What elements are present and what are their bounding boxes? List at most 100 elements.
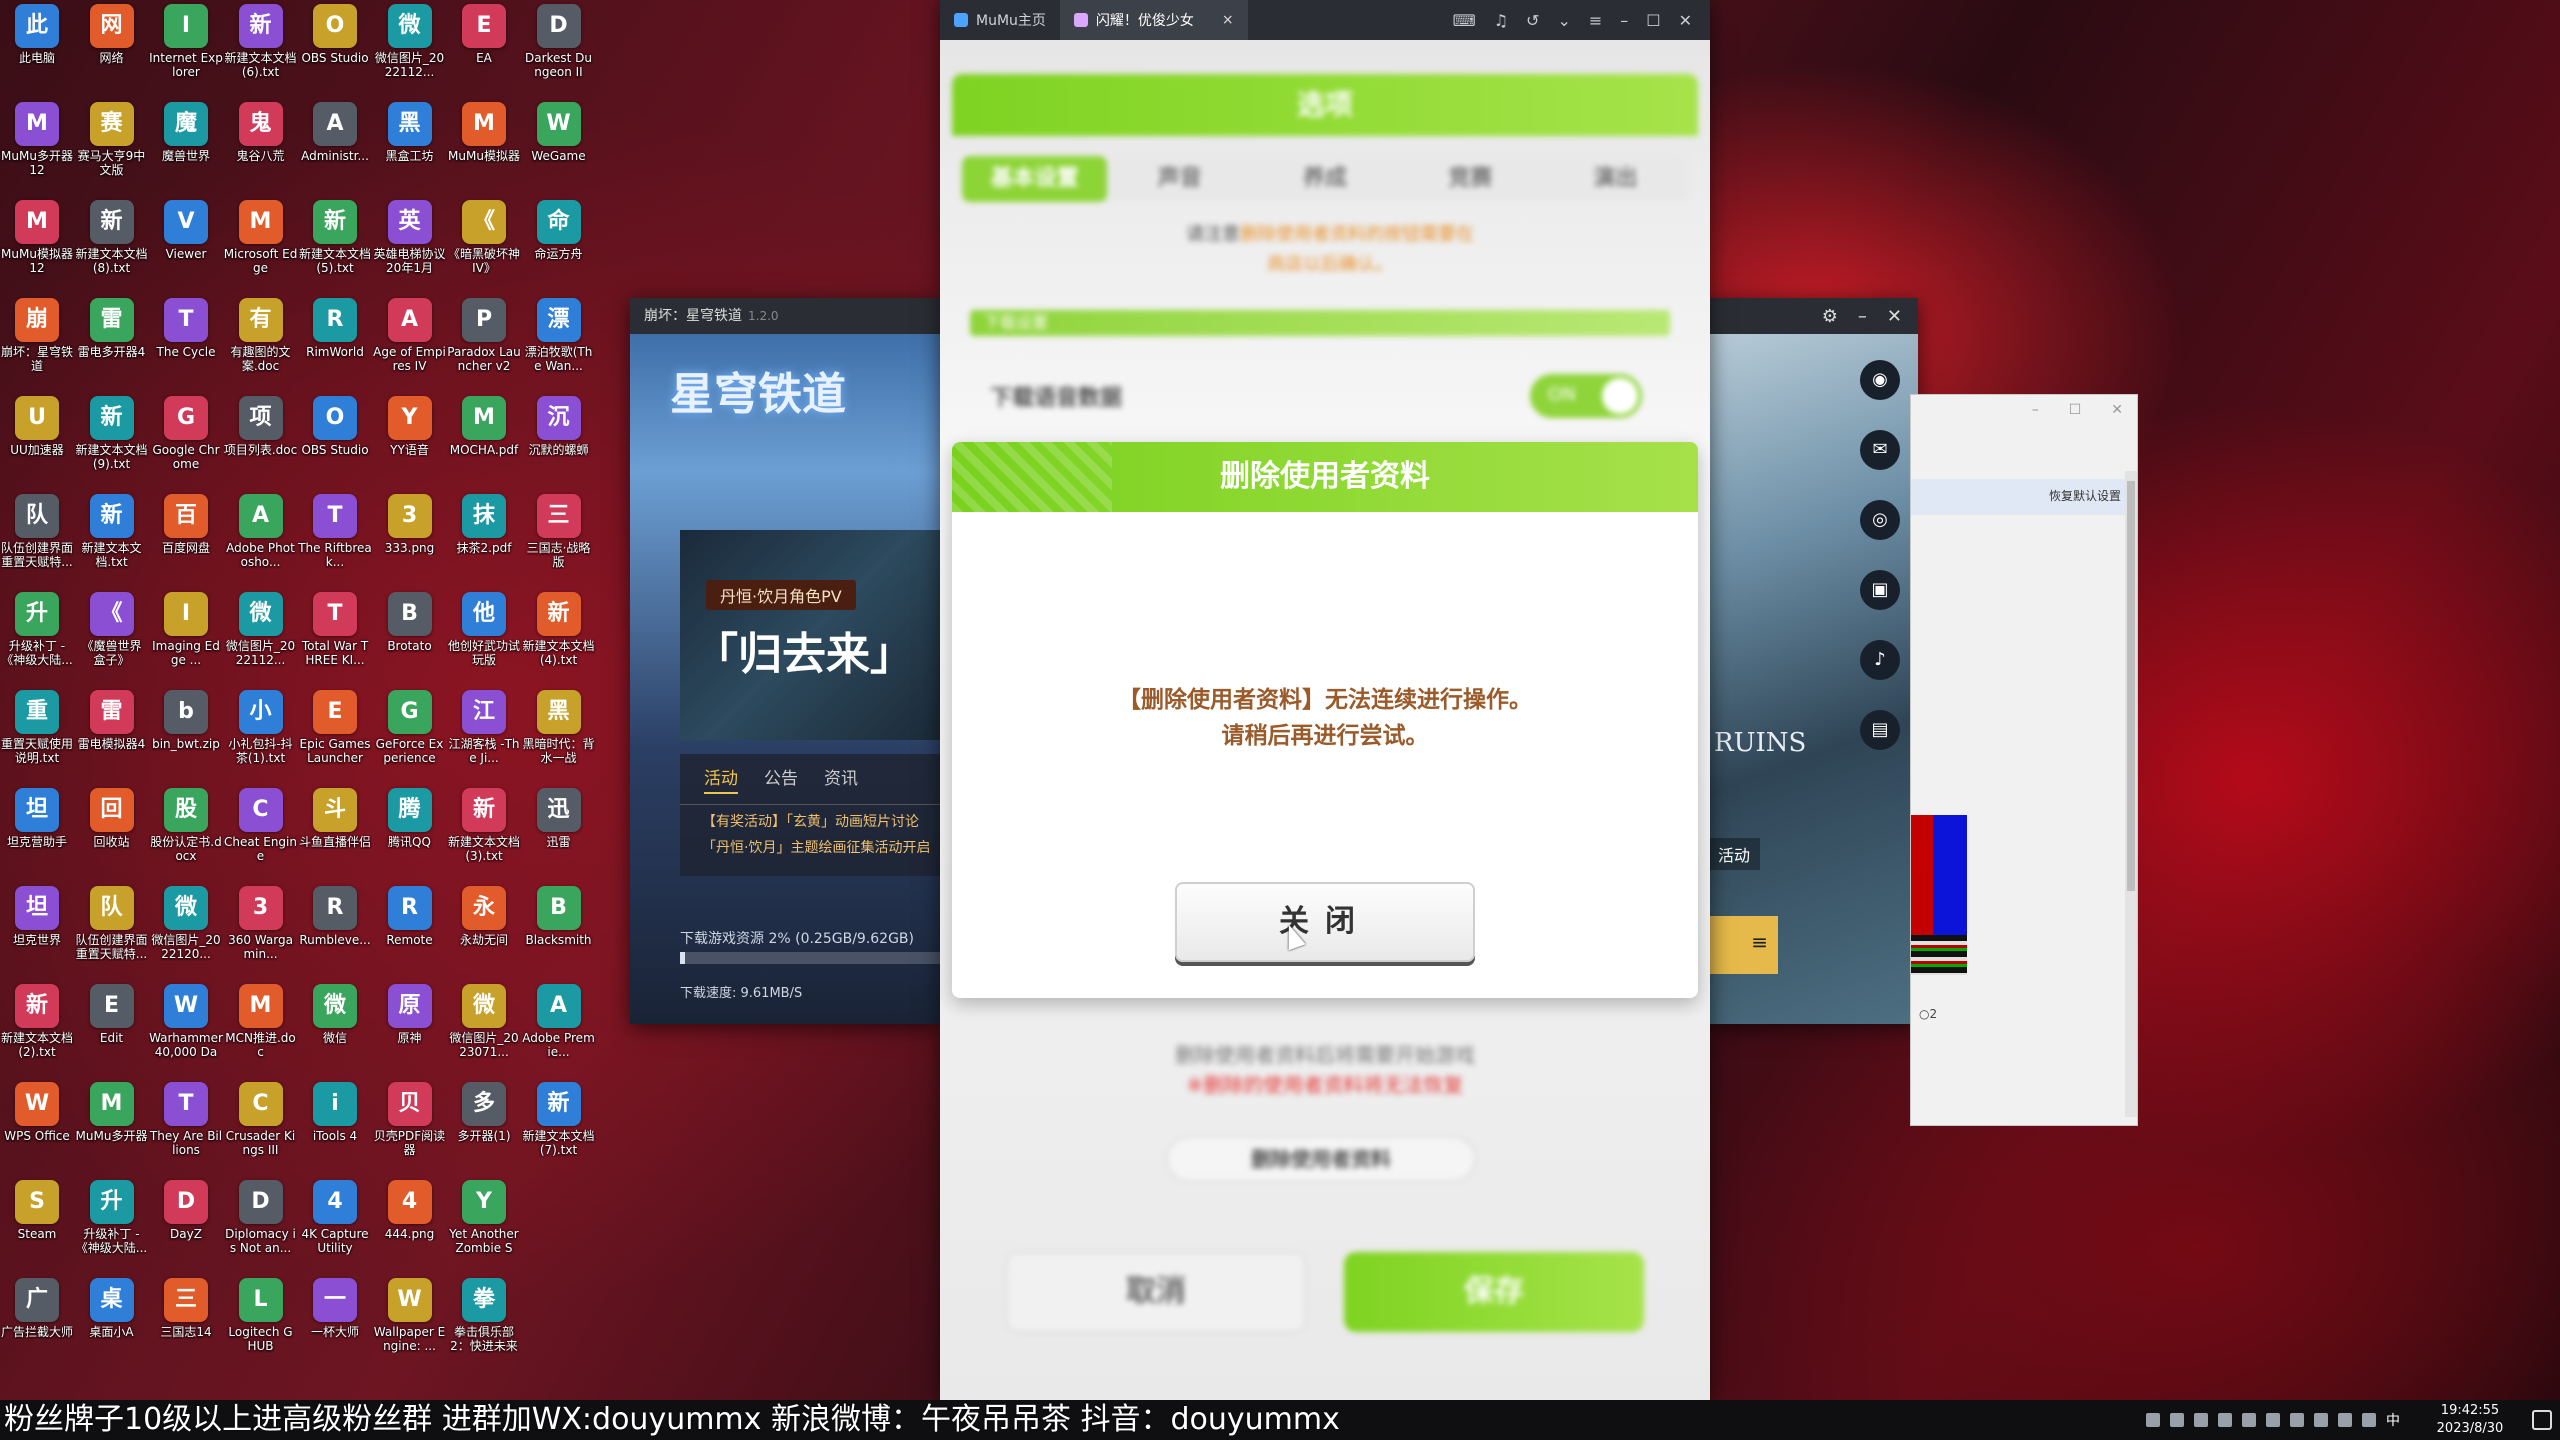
desktop-icon[interactable]: 坦坦克营助手 [0, 788, 74, 849]
desktop-icon[interactable]: T The Cycle [149, 298, 223, 359]
desktop-icon[interactable]: M MuMu多开器12 [0, 102, 74, 177]
desktop-icon[interactable]: 升升级补丁 - 《神级大陆... [0, 592, 74, 667]
desktop-icon[interactable]: R Remote [373, 886, 447, 947]
desktop-icon[interactable]: 回回收站 [75, 788, 149, 849]
desktop-icon[interactable]: 他他创好武功试玩版 [447, 592, 521, 667]
desktop-icon[interactable]: 雷雷电多开器4 [75, 298, 149, 359]
desktop-icon[interactable]: 新新建文本文档 (6).txt [224, 4, 298, 79]
desktop-icon[interactable]: M Microsoft Edge [224, 200, 298, 275]
desktop-icon[interactable]: 广广告拦截大师 [0, 1278, 74, 1339]
desktop-icon[interactable]: D Diplomacy is Not an... [224, 1180, 298, 1255]
desktop-icon[interactable]: B Brotato [373, 592, 447, 653]
desktop-icon[interactable]: 股股份认定书.docx [149, 788, 223, 863]
desktop-icon[interactable]: 抹抹茶2.pdf [447, 494, 521, 555]
desktop-icon[interactable]: 新新建文本文档.txt [75, 494, 149, 569]
desktop-icon[interactable]: I Internet Explorer [149, 4, 223, 79]
notification-icon[interactable]: ♪ [1860, 640, 1900, 680]
taskbar-clock[interactable]: 19:42:55 2023/8/30 [2420, 1402, 2520, 1438]
scrollbar[interactable] [2125, 471, 2137, 1117]
desktop-icon[interactable]: M MCN推进.doc [224, 984, 298, 1059]
desktop-icon[interactable]: 新新建文本文档 (7).txt [522, 1082, 596, 1157]
tray-icon[interactable] [2314, 1413, 2328, 1427]
volume-icon[interactable] [2362, 1413, 2376, 1427]
desktop-icon[interactable]: L Logitech G HUB [224, 1278, 298, 1353]
hoyolab-icon[interactable]: ◉ [1860, 360, 1900, 400]
menu-icon[interactable]: ≡ [1589, 11, 1602, 30]
radio-option[interactable]: ○2 [1919, 1007, 1937, 1021]
minimize-icon[interactable]: – [1620, 11, 1628, 30]
desktop-icon[interactable]: 升升级补丁 - 《神级大陆... [75, 1180, 149, 1255]
restore-defaults-link[interactable]: 恢复默认设置 [2049, 487, 2121, 504]
desktop-icon[interactable]: V Viewer [149, 200, 223, 261]
desktop-icon[interactable]: T The Riftbreak... [298, 494, 372, 569]
desktop-icon[interactable]: 新新建文本文档 (3).txt [447, 788, 521, 863]
desktop-icon[interactable]: U UU加速器 [0, 396, 74, 457]
desktop-icon[interactable]: 新新建文本文档 (2).txt [0, 984, 74, 1059]
desktop-icon[interactable]: 永永劫无间 [447, 886, 521, 947]
desktop-icon[interactable]: M MuMu模拟器12 [0, 200, 74, 275]
desktop-icon[interactable]: 腾腾讯QQ [373, 788, 447, 849]
network-icon[interactable] [2338, 1413, 2352, 1427]
launcher-titlebar[interactable]: 崩坏：星穹铁道 1.2.0 [630, 298, 940, 334]
desktop-icon[interactable]: A Administr... [298, 102, 372, 163]
bilibili-icon[interactable]: ▣ [1860, 570, 1900, 610]
desktop-icon[interactable]: E Edit [75, 984, 149, 1045]
tab-basic[interactable]: 基本设置 [962, 156, 1108, 202]
desktop-icon[interactable]: C Crusader Kings III [224, 1082, 298, 1157]
volume-icon[interactable]: ♫ [1494, 11, 1508, 30]
desktop-icon[interactable]: W Wallpaper Engine: ... [373, 1278, 447, 1353]
desktop-icon[interactable]: 多多开器(1) [447, 1082, 521, 1143]
desktop-icon[interactable]: 4 444.png [373, 1180, 447, 1241]
desktop-icon[interactable]: G GeForce Experience [373, 690, 447, 765]
desktop-icon[interactable]: 沉沉默的螺蛳 [522, 396, 596, 457]
desktop-icon[interactable]: YYet Another Zombie Su... [447, 1180, 521, 1257]
tray-icon[interactable] [2266, 1413, 2280, 1427]
maximize-icon[interactable]: ☐ [1646, 11, 1660, 30]
desktop-icon[interactable]: 《《魔兽世界 盒子》 [75, 592, 149, 667]
desktop-icon[interactable]: A Age of Empires IV [373, 298, 447, 373]
desktop-icon[interactable]: 坦坦克世界 [0, 886, 74, 947]
desktop-icon[interactable]: 英英雄电梯协议20年1月 [373, 200, 447, 275]
tray-icon[interactable] [2218, 1413, 2232, 1427]
chevron-down-icon[interactable]: ⌄ [1557, 11, 1570, 30]
desktop-icon[interactable]: R RimWorld [298, 298, 372, 359]
desktop-icon[interactable]: 微微信 [298, 984, 372, 1045]
desktop-icon[interactable]: 微微信图片_2022112... [373, 4, 447, 79]
tray-icon[interactable] [2290, 1413, 2304, 1427]
tray-icon[interactable] [2194, 1413, 2208, 1427]
tray-icon[interactable] [2242, 1413, 2256, 1427]
tab-umamusume[interactable]: 闪耀！优俊少女 × [1059, 0, 1248, 40]
scrollbar-thumb[interactable] [2127, 481, 2135, 891]
delete-user-data-button[interactable]: 删除使用者资料 [1166, 1136, 1476, 1182]
desktop-icon[interactable]: E EA [447, 4, 521, 65]
desktop-icon[interactable]: 有有趣图的文案.doc [224, 298, 298, 373]
desktop-icon[interactable]: i iTools 4 [298, 1082, 372, 1143]
minimize-icon[interactable]: – [2032, 402, 2039, 418]
desktop-icon[interactable]: 原原神 [373, 984, 447, 1045]
launcher-banner[interactable]: 丹恒·饮月角色PV 「归去来」 [680, 530, 940, 740]
desktop-icon[interactable]: 鬼鬼谷八荒 [224, 102, 298, 163]
desktop-icon[interactable]: 魔魔兽世界 [149, 102, 223, 163]
notification-center-icon[interactable] [2532, 1410, 2552, 1430]
tab-close-icon[interactable]: × [1222, 12, 1234, 28]
close-icon[interactable]: ✕ [2111, 402, 2123, 418]
close-icon[interactable]: ✕ [1679, 11, 1692, 30]
desktop-icon[interactable]: T Total War THREE KI... [298, 592, 372, 667]
save-button[interactable]: 保存 [1344, 1252, 1644, 1332]
desktop-icon[interactable]: b bin_bwt.zip [149, 690, 223, 751]
desktop-icon[interactable]: 漂漂泊牧歌(The Wan... [522, 298, 596, 373]
desktop-icon[interactable]: W WPS Office [0, 1082, 74, 1143]
desktop-icon[interactable]: B Blacksmith [522, 886, 596, 947]
news-tab-info[interactable]: 资讯 [824, 764, 858, 794]
desktop-icon[interactable]: 黑黑暗时代：背水一战 [522, 690, 596, 765]
cancel-button[interactable]: 取消 [1006, 1252, 1306, 1332]
tray-icon[interactable] [2146, 1413, 2160, 1427]
news-tab-notice[interactable]: 公告 [764, 764, 798, 794]
desktop-icon[interactable]: T They Are Billions [149, 1082, 223, 1157]
tab-training[interactable]: 养成 [1252, 156, 1397, 202]
desktop-icon[interactable]: D DayZ [149, 1180, 223, 1241]
desktop-icon[interactable]: A Adobe Photosho... [224, 494, 298, 569]
desktop-icon[interactable]: 重重置天赋使用说明.txt [0, 690, 74, 765]
activity-label[interactable]: 活动 [1708, 838, 1761, 870]
desktop-icon[interactable]: 《《暗黑破坏神IV》 [447, 200, 521, 275]
